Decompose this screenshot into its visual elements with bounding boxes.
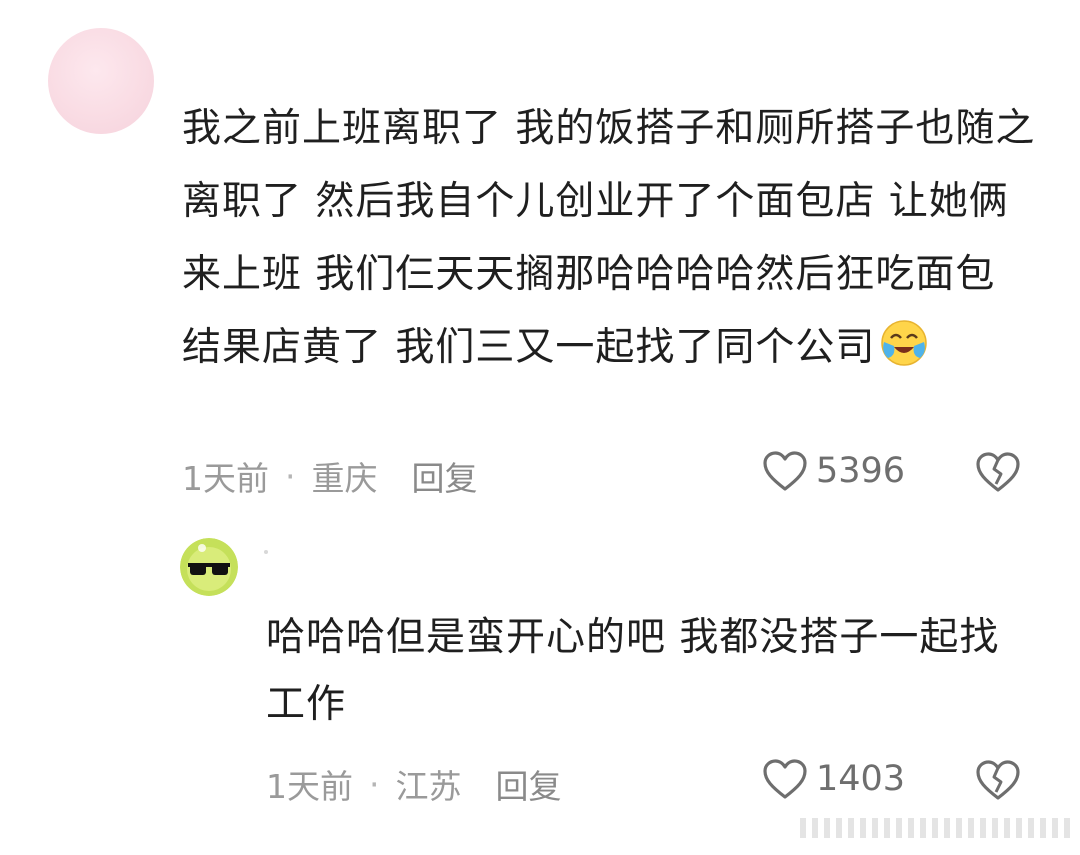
avatar[interactable] bbox=[180, 538, 238, 596]
like-button[interactable]: 5396 bbox=[762, 450, 905, 492]
username-placeholder bbox=[264, 550, 268, 554]
avatar[interactable] bbox=[48, 28, 154, 134]
meta-separator: · bbox=[285, 456, 296, 496]
meta-separator: · bbox=[369, 764, 380, 804]
heart-icon bbox=[763, 451, 807, 491]
comment-time: 1天前 bbox=[182, 459, 269, 498]
sunglasses-avatar-icon bbox=[180, 538, 238, 596]
reply-button[interactable]: 回复 bbox=[496, 760, 562, 808]
comment-text: 哈哈哈但是蛮开心的吧 我都没搭子一起找工作 bbox=[266, 615, 1000, 727]
comment-location: 重庆 bbox=[311, 459, 378, 498]
dislike-button[interactable] bbox=[974, 450, 1022, 498]
heart-icon bbox=[763, 759, 807, 799]
comment-meta: 1天前 · 重庆 回复 bbox=[182, 452, 478, 500]
like-button[interactable]: 1403 bbox=[762, 758, 905, 800]
dislike-button[interactable] bbox=[974, 758, 1022, 806]
reply-button[interactable]: 回复 bbox=[412, 452, 478, 500]
comment-meta: 1天前 · 江苏 回复 bbox=[266, 760, 562, 808]
watermark-strip bbox=[800, 818, 1070, 838]
crying-laughing-emoji-icon bbox=[879, 318, 929, 368]
broken-heart-icon bbox=[976, 760, 1020, 800]
like-count: 1403 bbox=[816, 759, 906, 799]
comment-time: 1天前 bbox=[266, 767, 353, 806]
comment-location: 江苏 bbox=[395, 767, 462, 806]
like-count: 5396 bbox=[816, 451, 906, 491]
comment-text: 我之前上班离职了 我的饭搭子和厕所搭子也随之离职了 然后我自个儿创业开了个面包店… bbox=[182, 92, 1042, 384]
broken-heart-icon bbox=[976, 452, 1020, 492]
